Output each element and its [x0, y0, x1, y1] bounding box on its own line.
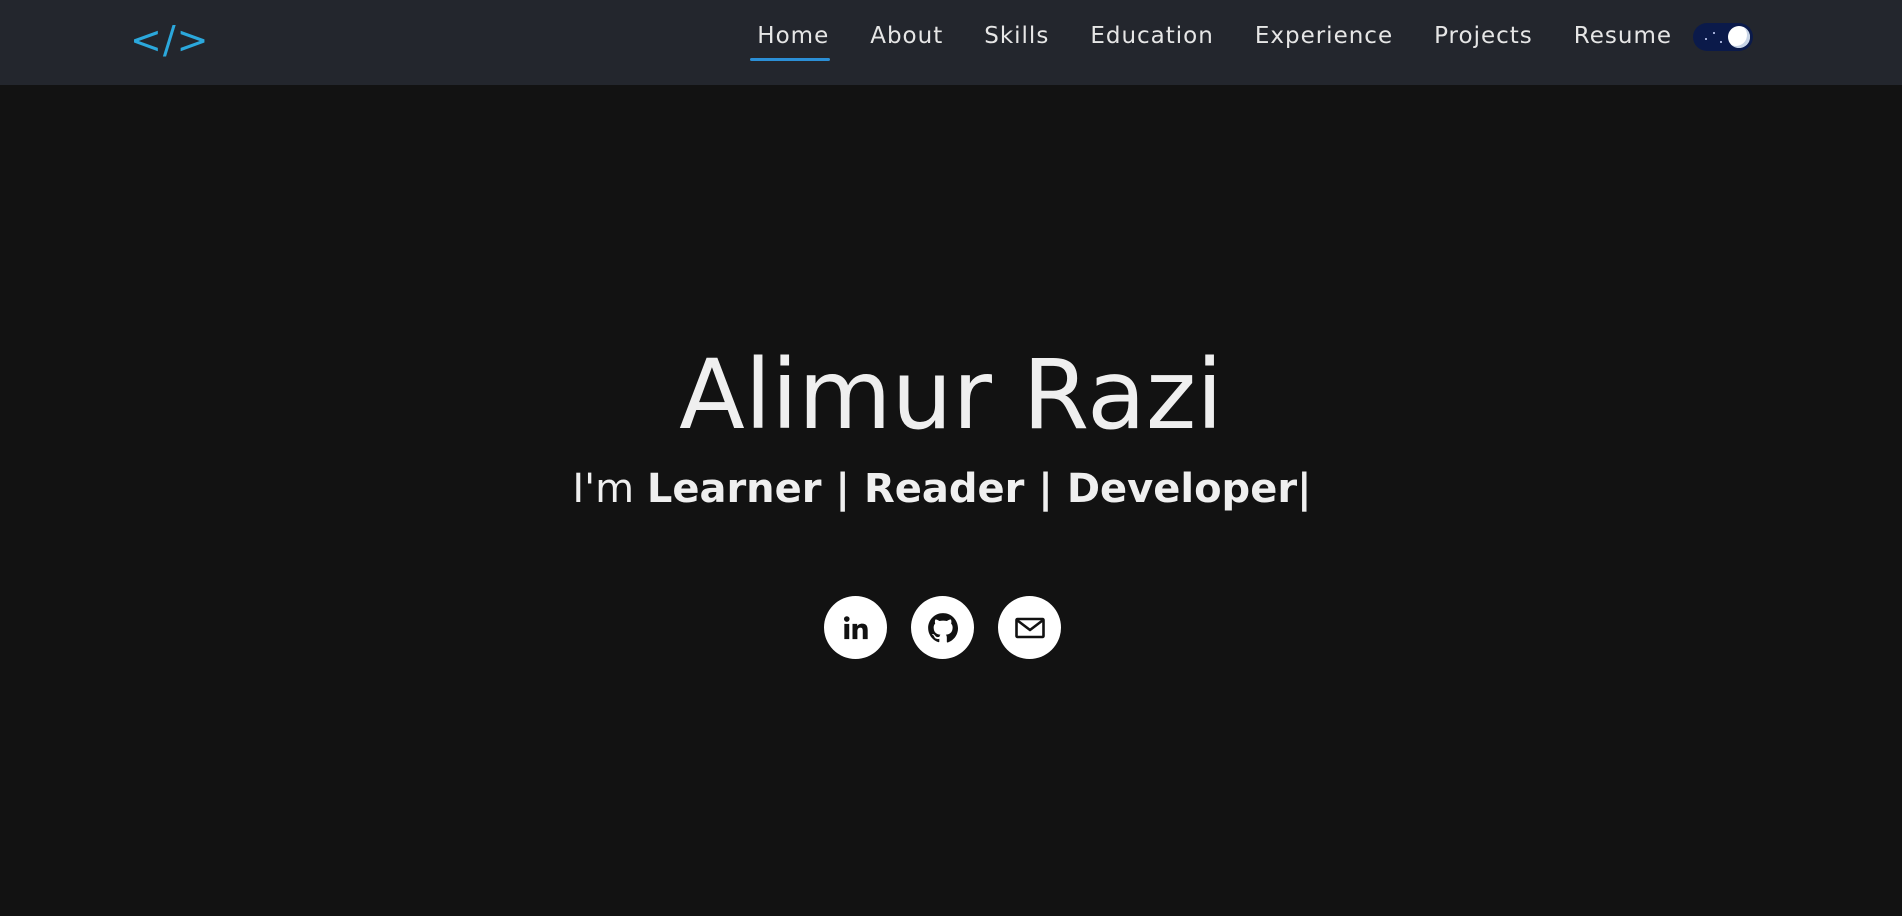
- nav-link-projects[interactable]: Projects: [1434, 21, 1533, 51]
- star-icon: [1720, 41, 1722, 43]
- linkedin-icon: [843, 615, 868, 639]
- nav-menu: Home About Skills Education Experience P…: [750, 0, 1672, 72]
- logo[interactable]: </>: [130, 16, 209, 64]
- nav-link-about[interactable]: About: [870, 21, 943, 51]
- nav-link-home[interactable]: Home: [750, 21, 831, 61]
- star-icon: [1713, 32, 1715, 34]
- email-button[interactable]: [998, 596, 1061, 659]
- nav-link-skills[interactable]: Skills: [984, 21, 1049, 51]
- github-button[interactable]: [911, 596, 974, 659]
- nav-link-resume[interactable]: Resume: [1574, 21, 1672, 51]
- nav-link-experience[interactable]: Experience: [1255, 21, 1393, 51]
- star-icon: [1705, 38, 1707, 40]
- linkedin-button[interactable]: [824, 596, 887, 659]
- theme-toggle[interactable]: [1693, 23, 1753, 51]
- navbar: </> Home About Skills Education Experien…: [0, 0, 1902, 85]
- tagline-prefix: I'm: [572, 466, 647, 512]
- moon-icon: [1728, 26, 1750, 48]
- hero-name: Alimur Razi: [679, 339, 1223, 451]
- nav-link-education[interactable]: Education: [1090, 21, 1214, 51]
- social-links: [824, 596, 1061, 659]
- github-icon: [927, 612, 958, 642]
- hero-tagline: I'm Learner | Reader | Developer|: [0, 464, 1884, 514]
- tagline-roles: Learner | Reader | Developer|: [646, 466, 1312, 512]
- mail-icon: [1014, 617, 1045, 638]
